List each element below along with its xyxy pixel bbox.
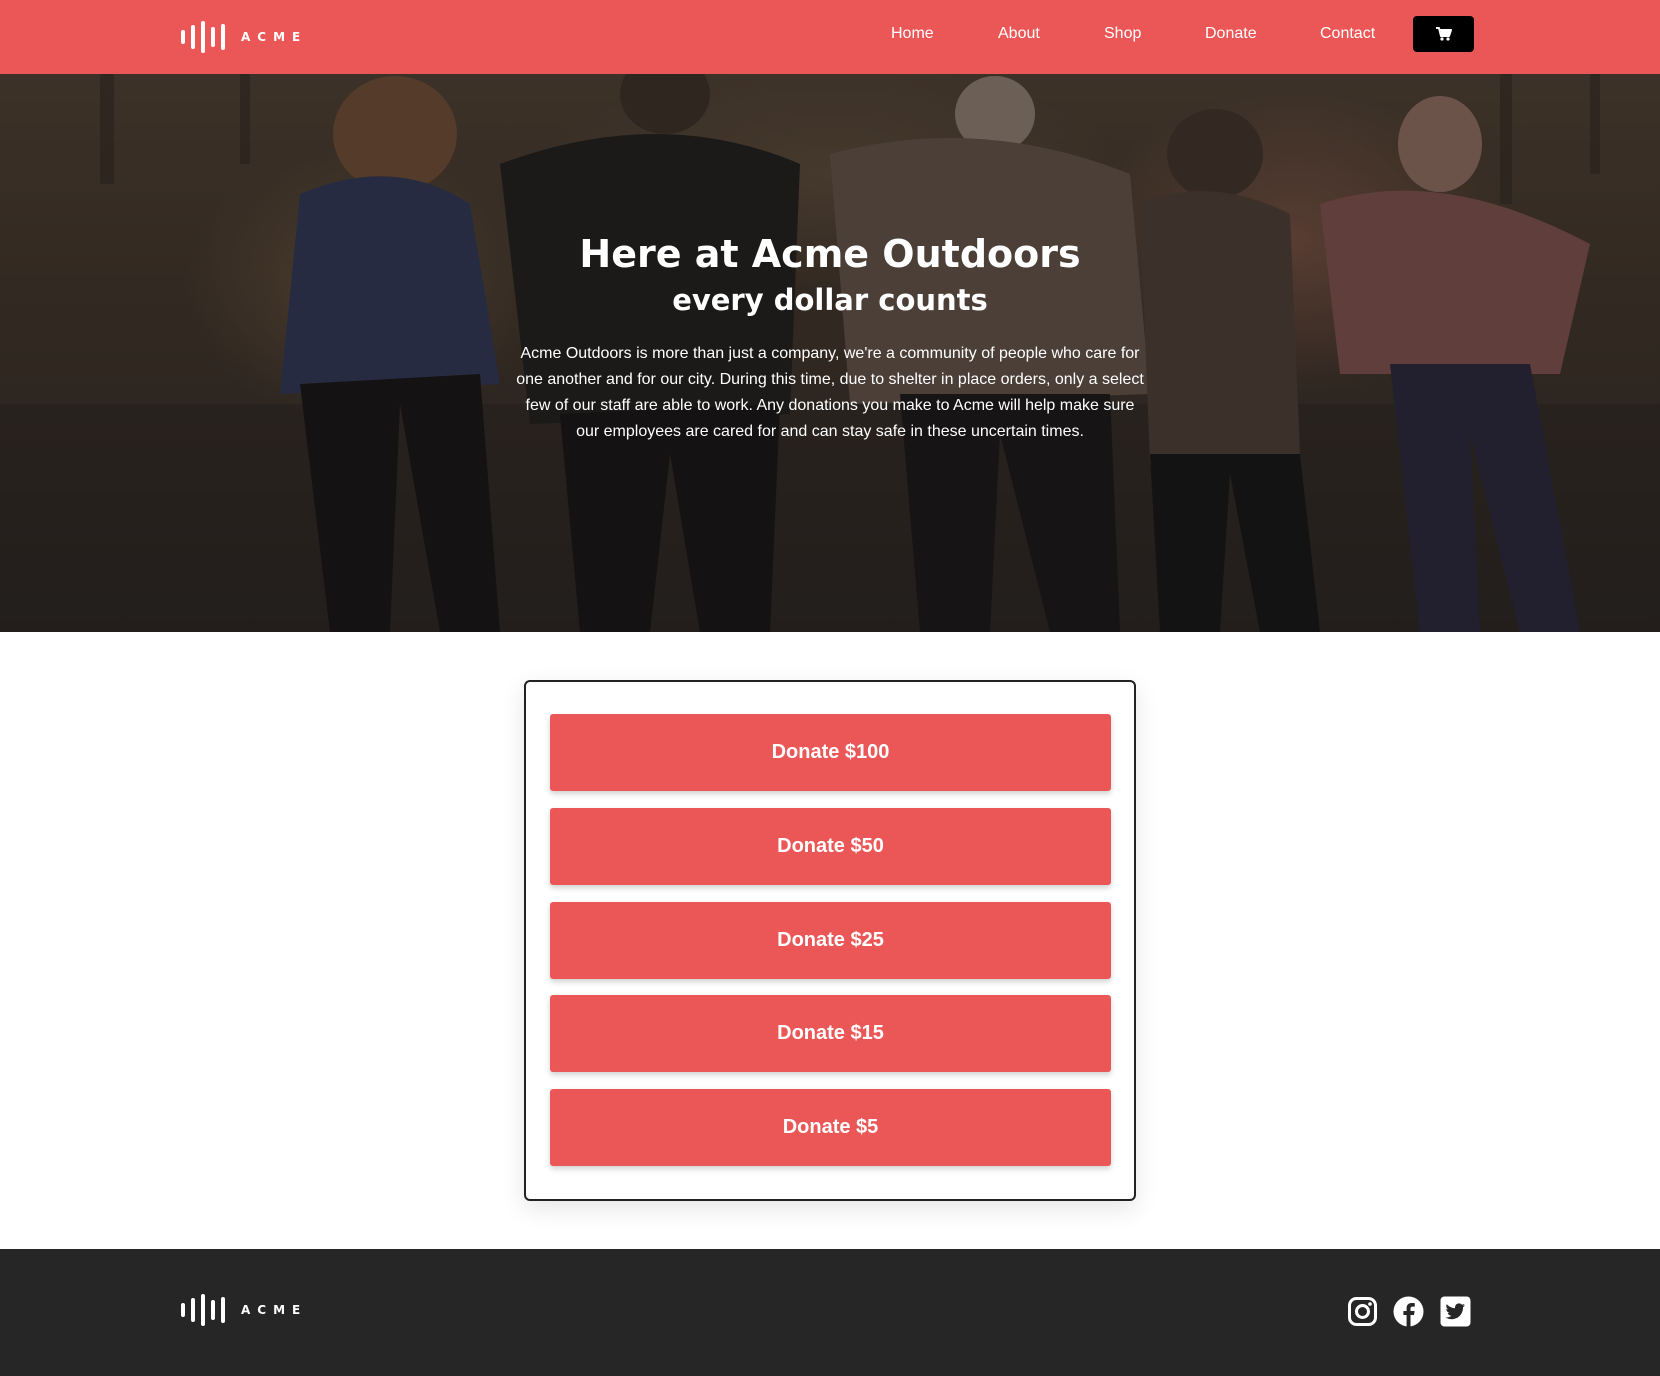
facebook-icon — [1393, 1296, 1424, 1327]
nav-home[interactable]: Home — [891, 25, 934, 43]
hero-subtitle: every dollar counts — [672, 283, 988, 317]
footer-acme-logo[interactable]: ACME — [181, 1294, 307, 1326]
donate-15-button[interactable]: Donate $15 — [550, 995, 1111, 1072]
hero-description: Acme Outdoors is more than just a compan… — [516, 345, 1144, 440]
donate-5-button[interactable]: Donate $5 — [550, 1089, 1111, 1166]
facebook-link[interactable] — [1393, 1296, 1424, 1327]
cart-button[interactable] — [1413, 16, 1474, 52]
donate-100-button[interactable]: Donate $100 — [550, 714, 1111, 791]
logo-wordmark: ACME — [241, 30, 308, 44]
acme-logo[interactable]: ACME — [181, 21, 307, 53]
nav-donate[interactable]: Donate — [1205, 25, 1257, 43]
instagram-icon — [1348, 1297, 1377, 1326]
site-footer: ACME — [0, 1249, 1660, 1376]
instagram-link[interactable] — [1347, 1296, 1378, 1327]
sound-bars-icon — [181, 21, 231, 53]
hero-banner: Here at Acme Outdoors every dollar count… — [0, 74, 1660, 632]
nav-contact[interactable]: Contact — [1320, 25, 1375, 43]
nav-about[interactable]: About — [998, 25, 1040, 43]
top-navbar: ACME Home About Shop Donate Contact — [0, 0, 1660, 74]
shopping-cart-icon — [1435, 27, 1452, 41]
donate-25-button[interactable]: Donate $25 — [550, 902, 1111, 979]
twitter-link[interactable] — [1440, 1296, 1471, 1327]
donation-options-card: Donate $100 Donate $50 Donate $25 Donate… — [524, 680, 1136, 1201]
twitter-icon — [1440, 1296, 1471, 1327]
nav-shop[interactable]: Shop — [1104, 25, 1141, 43]
footer-logo-wordmark: ACME — [241, 1303, 308, 1317]
donate-50-button[interactable]: Donate $50 — [550, 808, 1111, 885]
hero-content: Here at Acme Outdoors every dollar count… — [500, 232, 1160, 445]
hero-title: Here at Acme Outdoors — [579, 232, 1081, 276]
sound-bars-icon — [181, 1294, 231, 1326]
